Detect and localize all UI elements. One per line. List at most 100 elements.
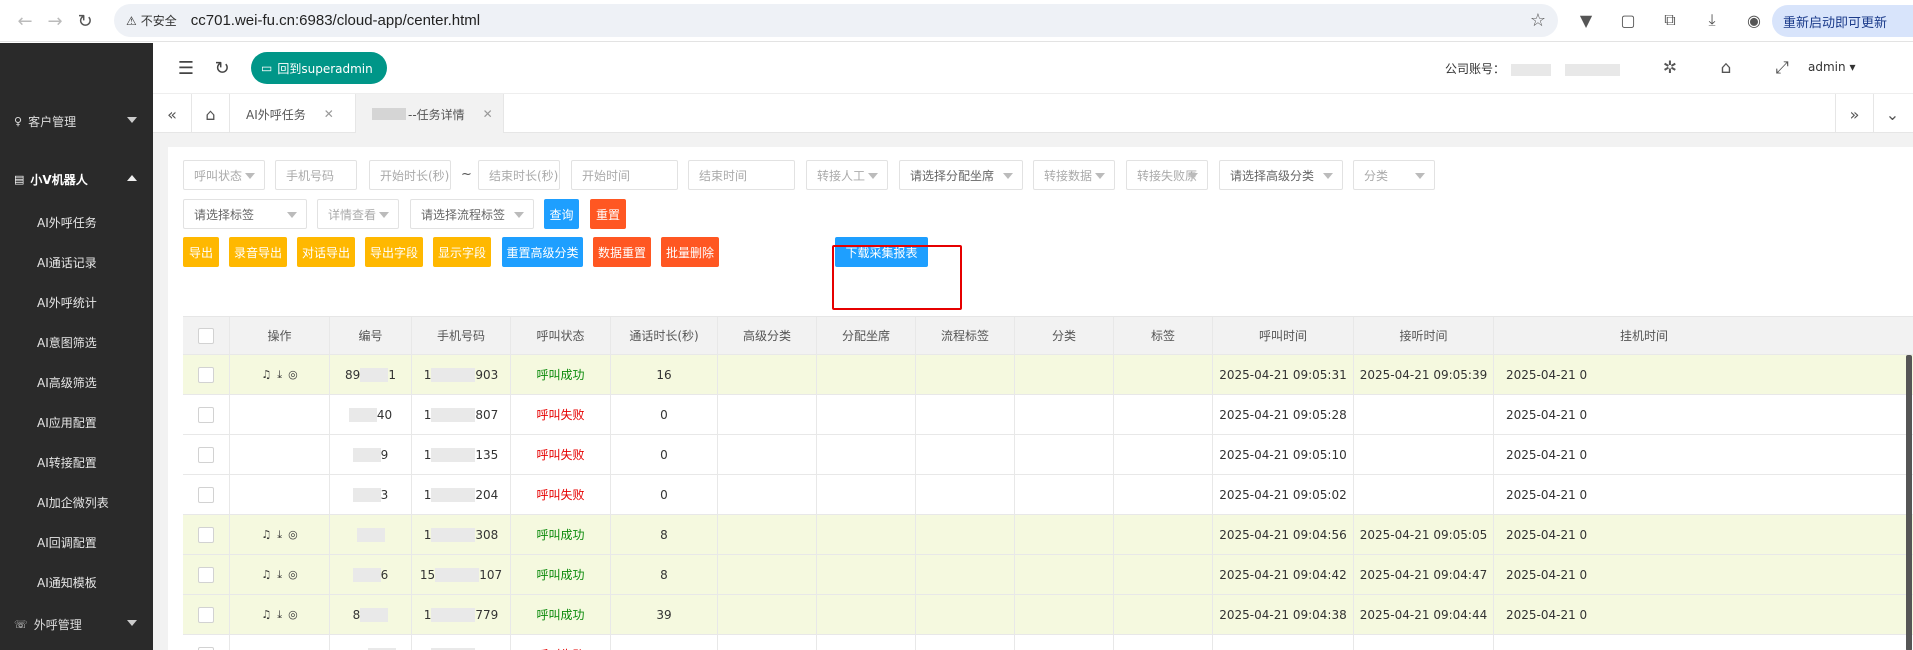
address-bar[interactable]: ⚠ 不安全 cc701.wei-fu.cn:6983/cloud-app/cen… — [114, 4, 1558, 37]
row-checkbox[interactable] — [198, 606, 214, 623]
category-select[interactable]: 分类 — [1353, 160, 1435, 190]
sidebar-item-ai-records[interactable]: AI通话记录 — [0, 242, 153, 282]
data-reset-button[interactable]: 数据重置 — [593, 237, 651, 267]
sidebar-item-ai-notify-template[interactable]: AI通知模板 — [0, 562, 153, 602]
start-time-input[interactable]: 开始时间 — [571, 160, 678, 190]
reset-adv-category-button[interactable]: 重置高级分类 — [502, 237, 583, 267]
phone-prefix: 15 — [419, 567, 436, 582]
reset-button[interactable]: 重置 — [590, 199, 626, 229]
end-time-input[interactable]: 结束时间 — [688, 160, 795, 190]
empty-cell — [718, 395, 817, 434]
menu-toggle-icon[interactable]: ☰ — [173, 55, 199, 81]
tag-icon[interactable]: ⌂ — [1713, 55, 1739, 81]
chat-icon[interactable]: ◎ — [288, 528, 298, 542]
adv-category-select[interactable]: 请选择高级分类 — [1219, 160, 1343, 190]
records-table: 操作 编号 手机号码 呼叫状态 通话时长(秒) 高级分类 分配坐席 流程标签 分… — [183, 316, 1913, 650]
download-icon[interactable]: ⤓ — [277, 528, 282, 542]
sidebar-item-ai-callback-config[interactable]: AI回调配置 — [0, 522, 153, 562]
checkbox-cell — [183, 355, 230, 394]
sidebar-item-ai-wecom-list[interactable]: AI加企微列表 — [0, 482, 153, 522]
tabs-menu-icon[interactable]: ⌄ — [1873, 94, 1911, 134]
flow-tag-select[interactable]: 请选择流程标签 — [410, 199, 534, 229]
empty-cell — [718, 435, 817, 474]
chevron-down-icon — [127, 117, 137, 123]
export-button[interactable]: 导出 — [183, 237, 219, 267]
duration-end-input[interactable]: 结束时长(秒) — [478, 160, 560, 190]
download-icon[interactable]: ⤓ — [277, 608, 282, 622]
download-icon[interactable]: ⤓ — [277, 568, 282, 582]
select-all-checkbox[interactable] — [198, 327, 214, 344]
sidebar-item-ai-stats[interactable]: AI外呼统计 — [0, 282, 153, 322]
puzzle-icon[interactable]: ⧉ — [1656, 6, 1684, 34]
row-checkbox[interactable] — [198, 486, 214, 503]
ops-cell: ♫ ⤓ ◎ — [230, 515, 330, 554]
sidebar-group-robot[interactable]: ▤ 小V机器人 — [0, 159, 153, 199]
batch-delete-button[interactable]: 批量删除 — [661, 237, 719, 267]
headphone-icon[interactable]: ♫ — [261, 368, 271, 382]
dialog-export-button[interactable]: 对话导出 — [297, 237, 355, 267]
sidebar-group-outbound[interactable]: ☏ 外呼管理 — [0, 604, 153, 644]
tabs-prev-icon[interactable]: « — [153, 94, 191, 134]
hang-time-cell: 2025-04-21 0 — [1506, 487, 1588, 502]
extension-icon[interactable]: ▼ — [1572, 6, 1600, 34]
headphone-icon[interactable]: ♫ — [261, 608, 271, 622]
sidebar-item-ai-intent[interactable]: AI意图筛选 — [0, 322, 153, 362]
tab-task-detail[interactable]: --任务详情 ✕ — [355, 94, 504, 134]
profile-icon[interactable]: ◉ — [1740, 6, 1768, 34]
chat-icon[interactable]: ◎ — [288, 568, 298, 582]
download-icon[interactable]: ⤓ — [277, 368, 282, 382]
redacted-block — [352, 567, 381, 582]
query-button[interactable]: 查询 — [544, 199, 579, 229]
back-superadmin-button[interactable]: ▭ 回到superadmin — [251, 52, 387, 84]
show-fields-button[interactable]: 显示字段 — [433, 237, 491, 267]
sidebar-item-ai-task[interactable]: AI外呼任务 — [0, 202, 153, 242]
back-arrow-icon[interactable]: ← — [10, 6, 40, 36]
user-menu[interactable]: admin ▾ — [1808, 60, 1855, 74]
row-checkbox[interactable] — [198, 646, 214, 650]
chat-icon[interactable]: ◎ — [288, 368, 298, 382]
call-status-select[interactable]: 呼叫状态 — [183, 160, 265, 190]
transfer-data-select[interactable]: 转接数据 — [1033, 160, 1115, 190]
empty-cell — [916, 395, 1015, 434]
fullscreen-icon[interactable]: ⤢ — [1769, 55, 1795, 81]
row-checkbox[interactable] — [198, 406, 214, 423]
reload-icon[interactable]: ↻ — [70, 6, 100, 36]
row-checkbox[interactable] — [198, 366, 214, 383]
tabs-next-icon[interactable]: » — [1835, 94, 1873, 134]
headphone-icon[interactable]: ♫ — [261, 528, 271, 542]
plugin-icon[interactable]: ✲ — [1657, 55, 1683, 81]
detail-select[interactable]: 详情查看 — [317, 199, 399, 229]
headphone-icon[interactable]: ♫ — [261, 568, 271, 582]
update-button[interactable]: 重新启动即可更新 — [1772, 5, 1913, 37]
sidebar-item-ai-transfer-config[interactable]: AI转接配置 — [0, 442, 153, 482]
url-text[interactable]: cc701.wei-fu.cn:6983/cloud-app/center.ht… — [191, 12, 480, 29]
home-icon[interactable]: ⌂ — [191, 94, 229, 134]
transfer-fail-select[interactable]: 转接失败原 — [1126, 160, 1208, 190]
row-checkbox[interactable] — [198, 526, 214, 543]
seat-select[interactable]: 请选择分配坐席 — [899, 160, 1023, 190]
row-checkbox[interactable] — [198, 446, 214, 463]
export-fields-button[interactable]: 导出字段 — [365, 237, 423, 267]
close-icon[interactable]: ✕ — [324, 107, 334, 121]
hang-time-cell: 2025-04-21 0 — [1494, 635, 1913, 650]
row-checkbox[interactable] — [198, 566, 214, 583]
vertical-scrollbar[interactable] — [1906, 355, 1912, 650]
duration-start-input[interactable]: 开始时长(秒) — [369, 160, 451, 190]
sidebar-group-customer[interactable]: ♀ 客户管理 — [0, 101, 153, 141]
sidebar-item-ai-app-config[interactable]: AI应用配置 — [0, 402, 153, 442]
close-icon[interactable]: ✕ — [483, 107, 493, 121]
phone-input[interactable]: 手机号码 — [275, 160, 357, 190]
extension-icon-2[interactable]: ▢ — [1614, 6, 1642, 34]
forward-arrow-icon[interactable]: → — [40, 6, 70, 36]
security-indicator[interactable]: ⚠ 不安全 — [126, 12, 177, 29]
recording-export-button[interactable]: 录音导出 — [229, 237, 287, 267]
sidebar-item-ai-advanced[interactable]: AI高级筛选 — [0, 362, 153, 402]
tab-ai-task[interactable]: AI外呼任务 ✕ — [229, 94, 348, 134]
tag-select[interactable]: 请选择标签 — [183, 199, 307, 229]
download-icon[interactable]: ⤓ — [1698, 6, 1726, 34]
hang-time-cell: 2025-04-21 0 — [1506, 367, 1588, 382]
transfer-select[interactable]: 转接人工 — [806, 160, 888, 190]
refresh-icon[interactable]: ↻ — [209, 55, 235, 81]
chat-icon[interactable]: ◎ — [288, 608, 298, 622]
bookmark-star-icon[interactable]: ☆ — [1530, 10, 1546, 31]
